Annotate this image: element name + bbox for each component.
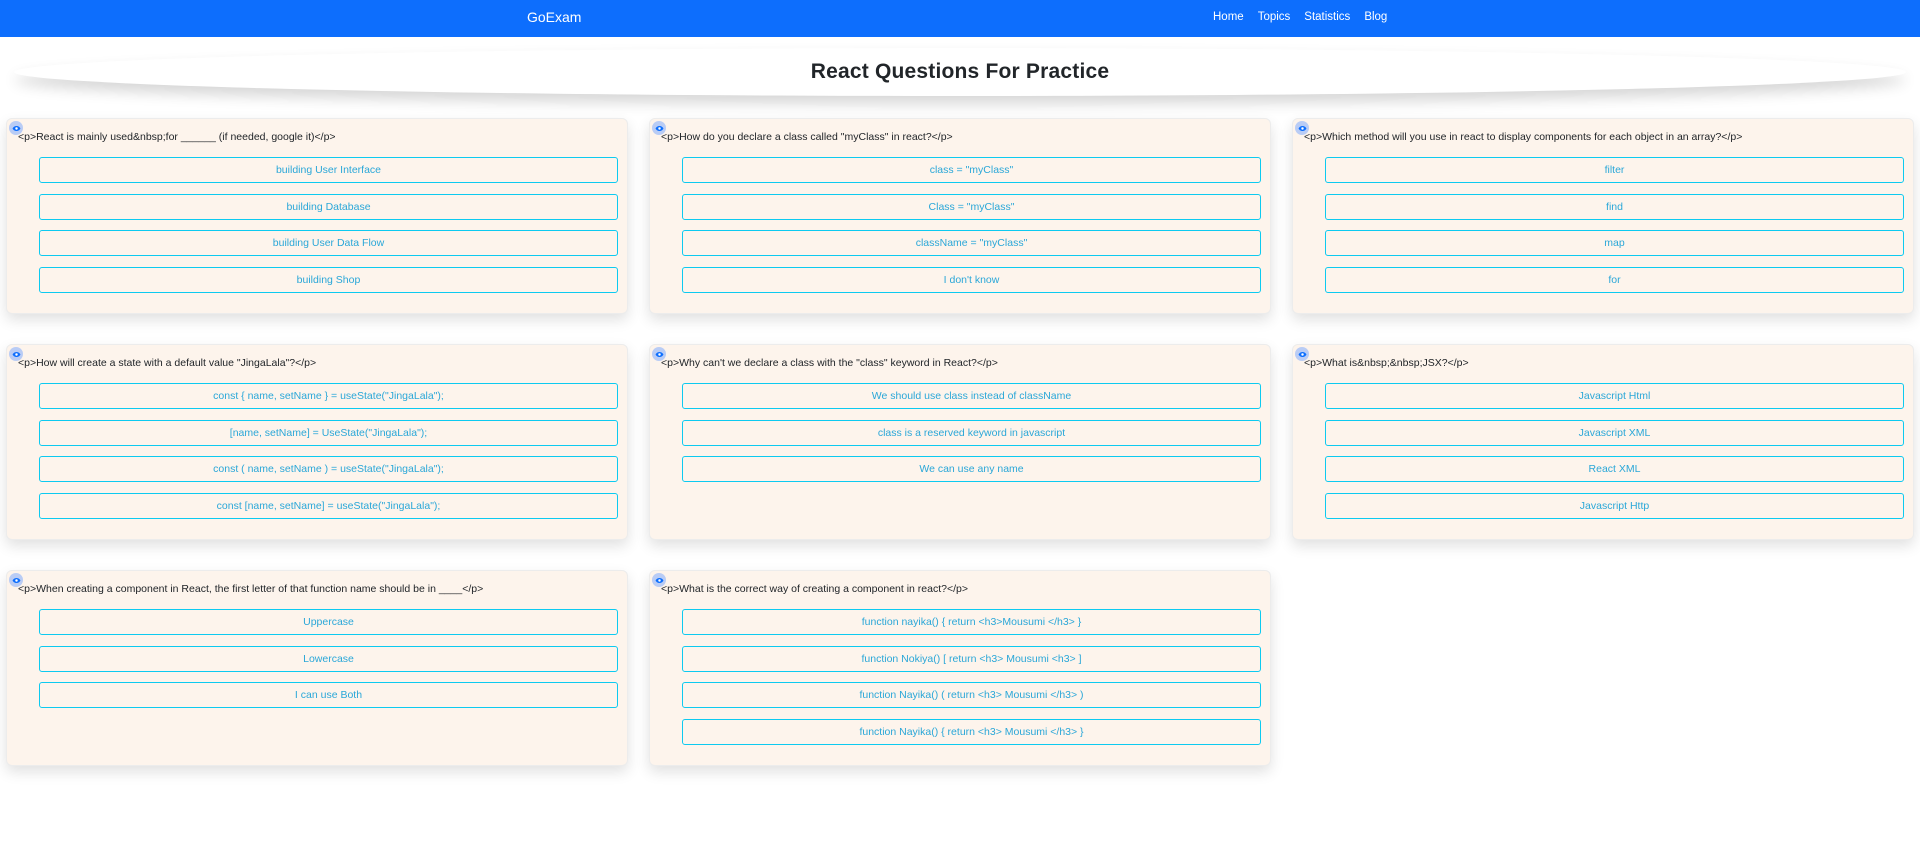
answer-option-button[interactable]: for	[1325, 266, 1904, 293]
question-text: <p>What is the correct way of creating a…	[661, 583, 969, 595]
question-text: <p>Which method will you use in react to…	[1304, 131, 1743, 143]
nav-link-home[interactable]: Home	[1213, 11, 1244, 23]
options-list: Javascript Html Javascript XML React XML Ja…	[1325, 383, 1904, 529]
answer-option-button[interactable]: function Nayika() { return <h3> Mousumi …	[682, 718, 1261, 745]
options-list: filter find map for	[1325, 157, 1904, 303]
answer-option-button[interactable]: class is a reserved keyword in javascrip…	[682, 419, 1261, 446]
answer-option-button[interactable]: We can use any name	[682, 456, 1261, 482]
brand-link[interactable]: GoExam	[527, 9, 581, 25]
question-text: <p>What is&nbsp;&nbsp;JSX?</p>	[1304, 357, 1469, 369]
nav-links: Home Topics Statistics Blog	[1213, 11, 1387, 23]
options-list: We should use class instead of className…	[682, 383, 1261, 493]
question-card: <p>When creating a component in React, t…	[6, 570, 628, 766]
answer-option-button[interactable]: find	[1325, 193, 1904, 220]
question-text: <p>When creating a component in React, t…	[18, 583, 484, 595]
nav-link-statistics[interactable]: Statistics	[1304, 11, 1350, 23]
answer-option-button[interactable]: [name, setName] = UseState("JingaLala");	[39, 419, 618, 446]
page-title: React Questions For Practice	[810, 60, 1110, 83]
question-card: <p>How do you declare a class called "my…	[649, 118, 1271, 314]
navbar: GoExam Home Topics Statistics Blog	[0, 0, 1920, 37]
options-list: function nayika() { return <h3>Mousumi <…	[682, 609, 1261, 755]
nav-link-topics[interactable]: Topics	[1258, 11, 1291, 23]
question-text: <p>How do you declare a class called "my…	[661, 131, 953, 143]
answer-option-button[interactable]: building User Interface	[39, 157, 618, 183]
answer-option-button[interactable]: Javascript XML	[1325, 419, 1904, 446]
options-list: const { name, setName } = useState("Jing…	[39, 383, 618, 529]
answer-option-button[interactable]: Javascript Http	[1325, 492, 1904, 519]
options-list: class = "myClass" Class = "myClass" classN…	[682, 157, 1261, 303]
answer-option-button[interactable]: const [name, setName] = useState("JingaL…	[39, 492, 618, 519]
question-text: <p>React is mainly used&nbsp;for ______ …	[18, 131, 336, 143]
question-text: <p>How will create a state with a defaul…	[18, 357, 317, 369]
answer-option-button[interactable]: class = "myClass"	[682, 157, 1261, 183]
answer-option-button[interactable]: Lowercase	[39, 645, 618, 672]
answer-option-button[interactable]: const ( name, setName ) = useState("Jing…	[39, 456, 618, 482]
answer-option-button[interactable]: map	[1325, 230, 1904, 256]
question-text: <p>Why can't we declare a class with the…	[661, 357, 998, 369]
answer-option-button[interactable]: Class = "myClass"	[682, 193, 1261, 220]
answer-option-button[interactable]: className = "myClass"	[682, 230, 1261, 256]
options-list: building User Interface building Database…	[39, 157, 618, 303]
answer-option-button[interactable]: React XML	[1325, 456, 1904, 482]
answer-option-button[interactable]: I can use Both	[39, 682, 618, 708]
nav-link-blog[interactable]: Blog	[1364, 11, 1387, 23]
question-card: <p>What is&nbsp;&nbsp;JSX?</p> Javascript…	[1292, 344, 1914, 540]
answer-option-button[interactable]: const { name, setName } = useState("Jing…	[39, 383, 618, 409]
question-card: <p>React is mainly used&nbsp;for ______ …	[6, 118, 628, 314]
question-card: <p>How will create a state with a defaul…	[6, 344, 628, 540]
title-band: React Questions For Practice	[14, 48, 1906, 96]
answer-option-button[interactable]: Uppercase	[39, 609, 618, 635]
answer-option-button[interactable]: building Shop	[39, 266, 618, 293]
answer-option-button[interactable]: building Database	[39, 193, 618, 220]
answer-option-button[interactable]: I don't know	[682, 266, 1261, 293]
answer-option-button[interactable]: function nayika() { return <h3>Mousumi <…	[682, 609, 1261, 635]
question-card: <p>Why can't we declare a class with the…	[649, 344, 1271, 540]
answer-option-button[interactable]: function Nayika() ( return <h3> Mousumi …	[682, 682, 1261, 708]
answer-option-button[interactable]: We should use class instead of className	[682, 383, 1261, 409]
answer-option-button[interactable]: filter	[1325, 157, 1904, 183]
answer-option-button[interactable]: function Nokiya() [ return <h3> Mousumi …	[682, 645, 1261, 672]
answer-option-button[interactable]: building User Data Flow	[39, 230, 618, 256]
options-list: Uppercase Lowercase I can use Both	[39, 609, 618, 719]
answer-option-button[interactable]: Javascript Html	[1325, 383, 1904, 409]
question-card: <p>What is the correct way of creating a…	[649, 570, 1271, 766]
question-card: <p>Which method will you use in react to…	[1292, 118, 1914, 314]
